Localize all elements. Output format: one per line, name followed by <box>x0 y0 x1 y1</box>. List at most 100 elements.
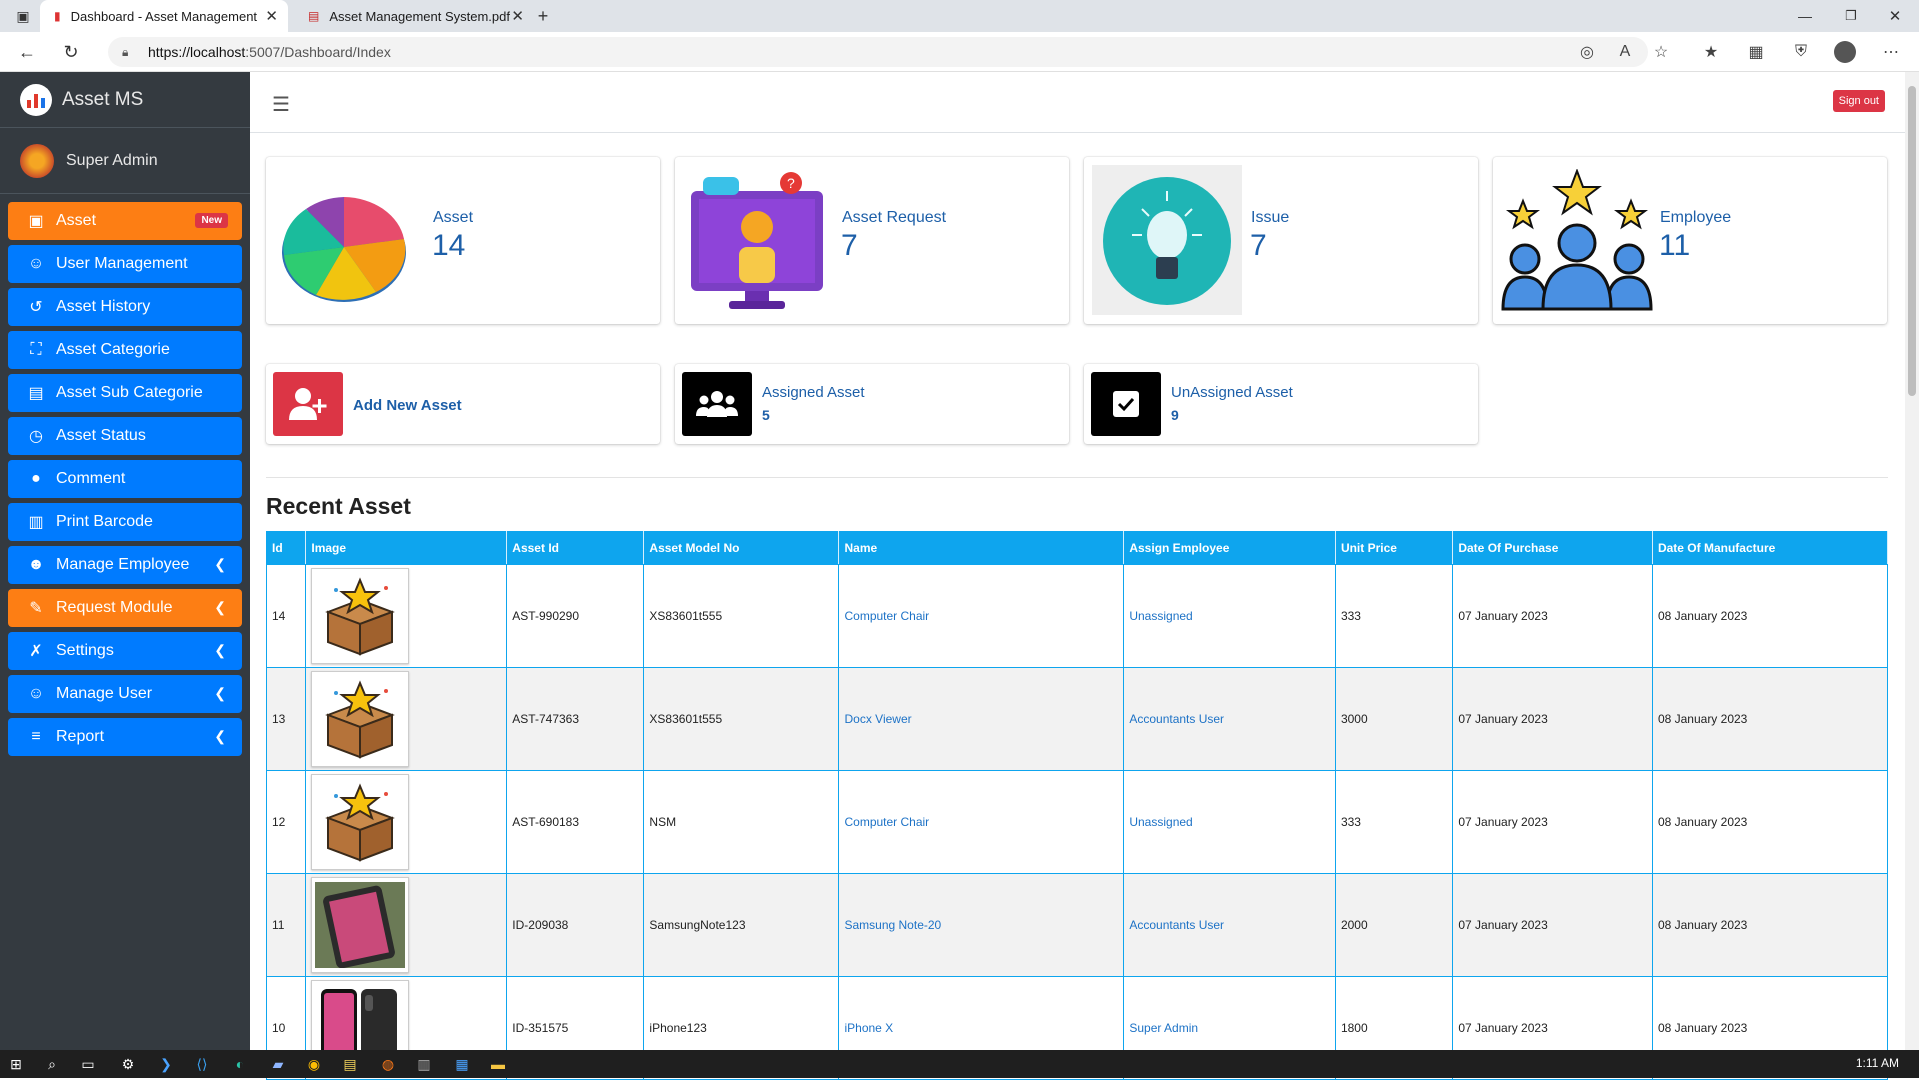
read-aloud-icon[interactable]: A <box>1614 41 1636 63</box>
sidebar-item-asset-sub-categorie[interactable]: ▤ Asset Sub Categorie <box>8 374 242 412</box>
tab-pdf[interactable]: ▤ Asset Management System.pdf ✕ <box>294 0 534 32</box>
cell-name[interactable]: Computer Chair <box>838 770 1125 874</box>
sign-out-button[interactable]: Sign out <box>1832 90 1885 112</box>
back-icon[interactable]: ← <box>16 41 38 63</box>
new-tab-icon[interactable]: + <box>532 5 554 27</box>
search-icon[interactable]: ⌕ <box>42 1054 62 1074</box>
close-tab-icon[interactable]: ✕ <box>511 7 524 25</box>
stat-card-issue[interactable]: Issue 7 <box>1084 157 1478 324</box>
employee-group-illustration-icon <box>1501 169 1653 311</box>
sidebar-item-user-management[interactable]: ☺ User Management <box>8 245 242 283</box>
tab-title: Asset Management System.pdf <box>329 8 510 24</box>
location-icon[interactable]: ◎ <box>1576 41 1598 63</box>
sidebar-item-print-barcode[interactable]: ▥ Print Barcode <box>8 503 242 541</box>
stat-value: 7 <box>841 229 858 262</box>
unassigned-asset-card[interactable]: UnAssigned Asset 9 <box>1084 364 1478 444</box>
url-field[interactable]: 🔒︎ https://localhost:5007/Dashboard/Inde… <box>108 37 1648 67</box>
brand[interactable]: Asset MS <box>0 72 250 128</box>
sidebar-item-asset-history[interactable]: ↺ Asset History <box>8 288 242 326</box>
hamburger-menu-icon[interactable]: ☰ <box>272 92 290 117</box>
tab-actions-icon[interactable]: ▣ <box>12 5 34 27</box>
assigned-asset-label: Assigned Asset <box>762 384 865 401</box>
sidebar-item-asset-status[interactable]: ◷ Asset Status <box>8 417 242 455</box>
avatar <box>20 143 54 178</box>
edge-app-icon[interactable]: ◐ <box>230 1054 250 1074</box>
svg-text:?: ? <box>787 175 795 191</box>
windows-start-icon[interactable]: ⊞ <box>6 1054 26 1074</box>
column-header[interactable]: Image <box>305 531 508 565</box>
cell-name[interactable]: Samsung Note-20 <box>838 873 1125 977</box>
cell-purchase: 07 January 2023 <box>1452 667 1653 771</box>
chrome-app-icon[interactable]: ◉ <box>304 1054 324 1074</box>
cell-employee[interactable]: Accountants User <box>1123 667 1336 771</box>
box-icon: ▣ <box>28 213 44 230</box>
recent-asset-title: Recent Asset <box>266 493 411 519</box>
sidebar-item-asset-categorie[interactable]: ⛶ Asset Categorie <box>8 331 242 369</box>
close-tab-icon[interactable]: ✕ <box>265 7 278 25</box>
assigned-asset-card[interactable]: Assigned Asset 5 <box>675 364 1069 444</box>
top-navbar: ☰ Sign out <box>250 72 1905 133</box>
app-icon[interactable]: ▥ <box>414 1054 434 1074</box>
cell-employee[interactable]: Unassigned <box>1123 770 1336 874</box>
column-header[interactable]: Date Of Purchase <box>1452 531 1653 565</box>
scrollbar-thumb[interactable] <box>1908 86 1916 396</box>
column-header[interactable]: Date Of Manufacture <box>1651 531 1889 565</box>
favorite-add-icon[interactable]: ☆ <box>1650 41 1672 63</box>
favorites-icon[interactable]: ★ <box>1700 41 1722 63</box>
sidebar-item-manage-employee[interactable]: ☻ Manage Employee ❮ <box>8 546 242 584</box>
tab-dashboard[interactable]: ▮ Dashboard - Asset Management ✕ <box>40 0 288 32</box>
assigned-asset-value: 5 <box>762 407 770 423</box>
sidebar-item-asset[interactable]: ▣ Asset New <box>8 202 242 240</box>
column-header[interactable]: Assign Employee <box>1123 531 1336 565</box>
browser-tab-bar: ▣ ▮ Dashboard - Asset Management ✕ ▤ Ass… <box>0 0 1919 32</box>
more-icon[interactable]: ⋯ <box>1880 41 1902 63</box>
stat-card-asset-request[interactable]: ? Asset Request 7 <box>675 157 1069 324</box>
sidebar-item-comment[interactable]: ● Comment <box>8 460 242 498</box>
add-new-asset-card[interactable]: Add New Asset <box>266 364 660 444</box>
checkbox-icon <box>1091 372 1161 436</box>
collections-icon[interactable]: ▦ <box>1745 41 1767 63</box>
notes-app-icon[interactable]: ▤ <box>340 1054 360 1074</box>
minimize-icon[interactable]: — <box>1794 5 1816 27</box>
file-explorer-icon[interactable]: ▬ <box>488 1054 508 1074</box>
sidebar-item-settings[interactable]: ✗ Settings ❮ <box>8 632 242 670</box>
settings-app-icon[interactable]: ⚙ <box>118 1054 138 1074</box>
refresh-icon[interactable]: ↻ <box>60 41 82 63</box>
column-header[interactable]: Asset Model No <box>643 531 840 565</box>
sidebar-item-manage-user[interactable]: ☺ Manage User ❮ <box>8 675 242 713</box>
sidebar-item-request-module[interactable]: ✎ Request Module ❮ <box>8 589 242 627</box>
stat-card-asset[interactable]: Asset 14 <box>266 157 660 324</box>
page-scrollbar[interactable] <box>1905 72 1919 1050</box>
column-header[interactable]: Asset Id <box>506 531 645 565</box>
task-view-icon[interactable]: ▭ <box>78 1054 98 1074</box>
sidebar-item-report[interactable]: ≡ Report ❮ <box>8 718 242 756</box>
app-icon[interactable]: ▦ <box>452 1054 472 1074</box>
stat-card-employee[interactable]: Employee 11 <box>1493 157 1887 324</box>
lock-icon: 🔒︎ <box>122 44 129 59</box>
shield-icon[interactable]: ⛨ <box>1790 41 1812 63</box>
column-header[interactable]: Name <box>838 531 1125 565</box>
users-icon: ☻ <box>27 556 45 573</box>
cell-id: 12 <box>265 770 307 874</box>
restore-icon[interactable]: ❐ <box>1840 5 1862 27</box>
cell-purchase: 07 January 2023 <box>1452 873 1653 977</box>
table-body: 14 AST-990290 XS83601t555 Computer Chair Una… <box>265 564 1889 1080</box>
vscode-app-icon[interactable]: ⟨⟩ <box>192 1054 212 1074</box>
app-icon[interactable]: ▰ <box>268 1054 288 1074</box>
add-new-asset-link[interactable]: Add New Asset <box>353 397 462 414</box>
terminal-app-icon[interactable]: ❯ <box>156 1054 176 1074</box>
cell-id: 14 <box>265 564 307 668</box>
profile-avatar[interactable] <box>1834 41 1856 63</box>
user-panel[interactable]: Super Admin <box>0 128 250 194</box>
firefox-app-icon[interactable]: ◍ <box>378 1054 398 1074</box>
tab-title: Dashboard - Asset Management <box>70 8 258 24</box>
users-icon <box>682 372 752 436</box>
cell-employee[interactable]: Accountants User <box>1123 873 1336 977</box>
column-header[interactable]: Unit Price <box>1334 531 1454 565</box>
cell-employee[interactable]: Unassigned <box>1123 564 1336 668</box>
close-window-icon[interactable]: ✕ <box>1884 5 1906 27</box>
cell-name[interactable]: Computer Chair <box>838 564 1125 668</box>
column-header[interactable]: Id <box>265 531 307 565</box>
unassigned-asset-label: UnAssigned Asset <box>1171 384 1293 401</box>
cell-name[interactable]: Docx Viewer <box>838 667 1125 771</box>
